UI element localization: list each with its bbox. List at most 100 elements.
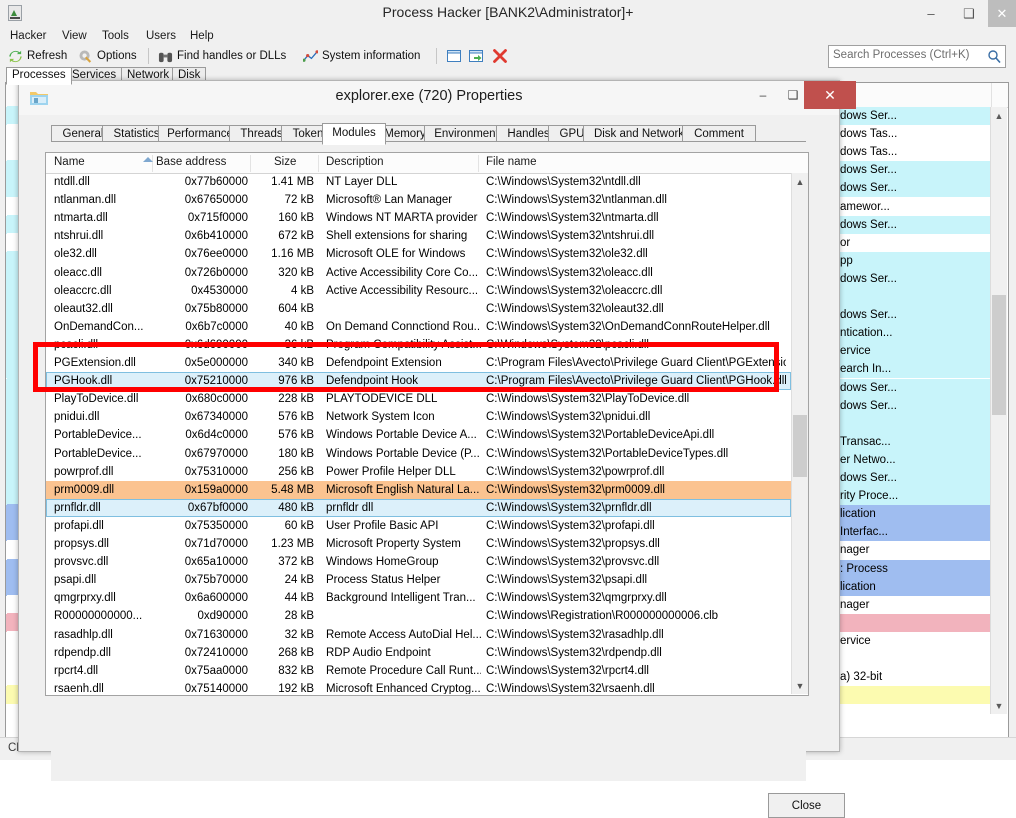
module-base-address: 0x75aa0000 (156, 662, 248, 680)
module-name: PGExtension.dll (54, 354, 152, 372)
module-size: 1.41 MB (254, 173, 314, 191)
process-row-label: nager (840, 541, 869, 559)
find-handles-button[interactable]: Find handles or DLLs (158, 46, 286, 66)
module-row[interactable]: profapi.dll0x7535000060 kBUser Profile B… (46, 517, 791, 535)
module-row[interactable]: ole32.dll0x76ee00001.16 MBMicrosoft OLE … (46, 245, 791, 263)
scrollbar-thumb[interactable] (992, 295, 1006, 415)
column-header-size[interactable]: Size (274, 153, 296, 173)
module-row[interactable]: PlayToDevice.dll0x680c0000228 kBPLAYTODE… (46, 390, 791, 408)
module-row[interactable]: PGExtension.dll0x5e000000340 kBDefendpoi… (46, 354, 791, 372)
minimize-icon[interactable]: – (912, 0, 950, 27)
system-information-label: System information (322, 50, 420, 62)
module-size: 72 kB (254, 191, 314, 209)
module-row[interactable]: prnfldr.dll0x67bf0000480 kBprnfldr dllC:… (46, 499, 791, 517)
module-row[interactable]: R00000000000...0xd9000028 kBC:\Windows\R… (46, 607, 791, 625)
module-description: Windows Portable Device (P... (326, 445, 481, 463)
refresh-button[interactable]: Refresh (8, 46, 67, 66)
menu-item-tools[interactable]: Tools (96, 29, 135, 44)
module-description: Remote Procedure Call Runt... (326, 662, 481, 680)
module-base-address: 0x726b0000 (156, 264, 248, 282)
module-row[interactable]: OnDemandCon...0x6b7c000040 kBOn Demand C… (46, 318, 791, 336)
module-name: PortableDevice... (54, 445, 152, 463)
module-row[interactable]: psapi.dll0x75b7000024 kBProcess Status H… (46, 571, 791, 589)
scroll-up-icon[interactable]: ▲ (991, 107, 1007, 124)
module-size: 40 kB (254, 318, 314, 336)
module-row[interactable]: propsys.dll0x71d700001.23 MBMicrosoft Pr… (46, 535, 791, 553)
module-row[interactable]: PortableDevice...0x67970000180 kBWindows… (46, 445, 791, 463)
column-header-file-name[interactable]: File name (486, 153, 537, 173)
search-box[interactable]: Search Processes (Ctrl+K) (828, 45, 1006, 68)
binoculars-icon (158, 49, 173, 64)
process-row-label: ervice (840, 632, 871, 650)
module-row[interactable]: rpcrt4.dll0x75aa0000832 kBRemote Procedu… (46, 662, 791, 680)
module-row[interactable]: prm0009.dll0x159a00005.48 MBMicrosoft En… (46, 481, 791, 499)
module-file-name: C:\Windows\System32\qmgrprxy.dll (486, 589, 786, 607)
module-file-name: C:\Windows\System32\rsaenh.dll (486, 680, 786, 694)
dialog-minimize-icon[interactable]: – (746, 81, 780, 109)
process-list-scrollbar[interactable]: ▲ ▼ (990, 107, 1007, 714)
process-row-label: er Netwo... (840, 451, 896, 469)
module-description: Defendpoint Hook (326, 372, 481, 390)
module-file-name: C:\Windows\System32\prm0009.dll (486, 481, 786, 499)
column-header-base-address[interactable]: Base address (156, 153, 226, 173)
module-base-address: 0x75210000 (156, 372, 248, 390)
module-base-address: 0xd90000 (156, 607, 248, 625)
scroll-down-icon[interactable]: ▼ (991, 697, 1007, 714)
module-row[interactable]: powrprof.dll0x75310000256 kBPower Profil… (46, 463, 791, 481)
options-button[interactable]: Options (78, 46, 137, 66)
module-row[interactable]: PortableDevice...0x6d4c0000576 kBWindows… (46, 426, 791, 444)
process-row-label: amewor... (840, 198, 890, 216)
module-row[interactable]: ntmarta.dll0x715f0000160 kBWindows NT MA… (46, 209, 791, 227)
column-header-name[interactable]: Name (54, 153, 85, 173)
menu-item-view[interactable]: View (56, 29, 93, 44)
red-x-icon[interactable] (492, 48, 508, 64)
close-button[interactable]: Close (768, 793, 845, 818)
module-size: 32 kB (254, 626, 314, 644)
module-row[interactable]: ntshrui.dll0x6b410000672 kBShell extensi… (46, 227, 791, 245)
menu-item-help[interactable]: Help (184, 29, 220, 44)
system-information-button[interactable]: System information (303, 46, 420, 66)
module-file-name: C:\Windows\System32\ntdll.dll (486, 173, 786, 191)
module-base-address: 0x67bf0000 (156, 499, 248, 517)
module-list-scrollbar[interactable]: ▲ ▼ (791, 173, 808, 694)
module-row[interactable]: rdpendp.dll0x72410000268 kBRDP Audio End… (46, 644, 791, 662)
options-label: Options (97, 50, 137, 62)
module-row[interactable]: oleaut32.dll0x75b80000604 kBC:\Windows\S… (46, 300, 791, 318)
module-row[interactable]: rsaenh.dll0x75140000192 kBMicrosoft Enha… (46, 680, 791, 694)
process-row-label: rity Proce... (840, 487, 898, 505)
column-header-description[interactable]: Description (326, 153, 384, 173)
module-description: NT Layer DLL (326, 173, 481, 191)
module-name: powrprof.dll (54, 463, 152, 481)
module-row[interactable]: oleaccrc.dll0x45300004 kBActive Accessib… (46, 282, 791, 300)
module-row[interactable]: provsvc.dll0x65a10000372 kBWindows HomeG… (46, 553, 791, 571)
module-scroll-down-icon[interactable]: ▼ (792, 677, 808, 694)
module-row[interactable]: ntlanman.dll0x6765000072 kBMicrosoft® La… (46, 191, 791, 209)
module-name: rdpendp.dll (54, 644, 152, 662)
module-size: 1.23 MB (254, 535, 314, 553)
menu-item-hacker[interactable]: Hacker (4, 29, 52, 44)
module-scrollbar-thumb[interactable] (793, 415, 807, 477)
search-input[interactable]: Search Processes (Ctrl+K) (833, 49, 969, 61)
process-row-label: dows Tas... (840, 125, 897, 143)
module-name: PortableDevice... (54, 426, 152, 444)
menu-item-users[interactable]: Users (140, 29, 182, 44)
dialog-close-icon[interactable]: ✕ (804, 81, 856, 109)
module-row[interactable]: qmgrprxy.dll0x6a60000044 kBBackground In… (46, 589, 791, 607)
process-row-label: nager (840, 596, 869, 614)
module-row[interactable]: pnidui.dll0x67340000576 kBNetwork System… (46, 408, 791, 426)
dialog-title-bar: explorer.exe (720) Properties – ❑ ✕ (19, 81, 839, 115)
module-row[interactable]: ntdll.dll0x77b600001.41 MBNT Layer DLLC:… (46, 173, 791, 191)
tab-processes[interactable]: Processes (6, 67, 72, 85)
close-icon[interactable]: ✕ (988, 0, 1016, 27)
module-scroll-up-icon[interactable]: ▲ (792, 173, 808, 190)
module-row[interactable]: rasadhlp.dll0x7163000032 kBRemote Access… (46, 626, 791, 644)
window-icon[interactable] (446, 48, 462, 64)
maximize-icon[interactable]: ❑ (950, 0, 988, 27)
window-export-icon[interactable] (468, 48, 484, 64)
module-file-name: C:\Windows\Registration\R000000000006.cl… (486, 607, 786, 625)
module-row[interactable]: oleacc.dll0x726b0000320 kBActive Accessi… (46, 264, 791, 282)
dialog-tab-modules[interactable]: Modules (322, 123, 386, 145)
module-row[interactable]: PGHook.dll0x75210000976 kBDefendpoint Ho… (46, 372, 791, 390)
process-row-label: dows Ser... (840, 107, 897, 125)
module-row[interactable]: pcacli.dll0x6d69000036 kBProgram Compati… (46, 336, 791, 354)
